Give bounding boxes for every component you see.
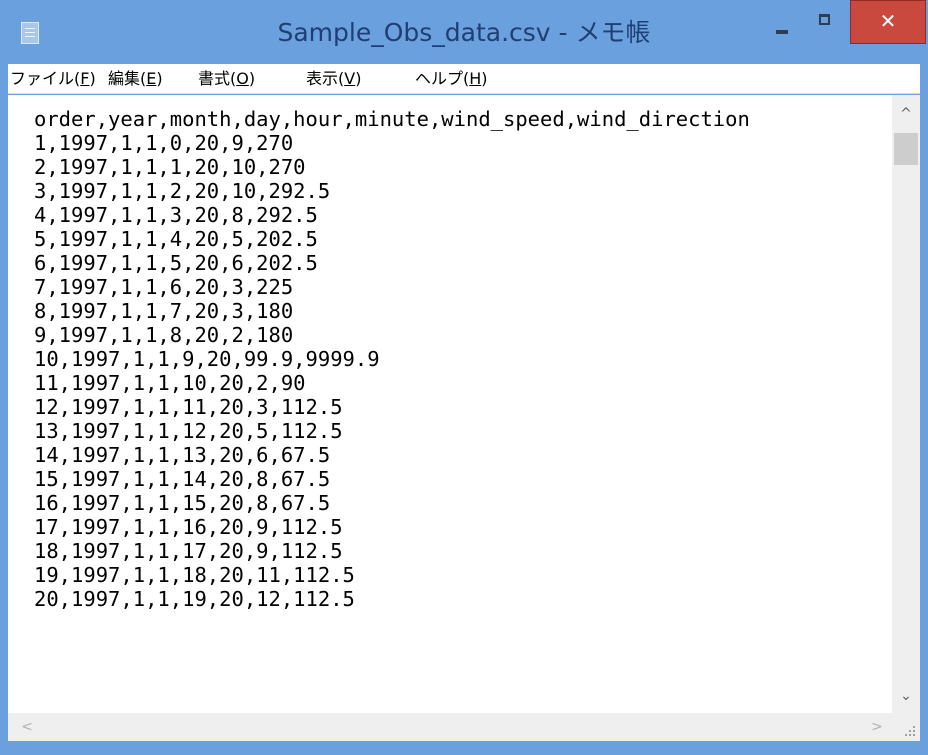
menu-view-accelerator: V [344,69,356,88]
csv-line: 6,1997,1,1,5,20,6,202.5 [34,251,318,275]
csv-line: 4,1997,1,1,3,20,8,292.5 [34,203,318,227]
resize-grip-icon[interactable] [892,713,920,741]
csv-line: 19,1997,1,1,18,20,11,112.5 [34,563,355,587]
csv-line: 16,1997,1,1,15,20,8,67.5 [34,491,331,515]
close-button[interactable]: ✕ [850,0,926,44]
csv-line: 11,1997,1,1,10,20,2,90 [34,371,306,395]
menu-help[interactable]: ヘルプ(H) [415,64,488,94]
csv-header-line: order,year,month,day,hour,minute,wind_sp… [34,107,750,131]
csv-line: 8,1997,1,1,7,20,3,180 [34,299,294,323]
csv-line: 10,1997,1,1,9,20,99.9,9999.9 [34,347,380,371]
csv-line: 14,1997,1,1,13,20,6,67.5 [34,443,331,467]
minimize-button[interactable] [762,0,802,44]
menu-format-accelerator: O [236,69,249,88]
vertical-scrollbar[interactable]: ^ ⌄ [892,95,920,713]
csv-line: 12,1997,1,1,11,20,3,112.5 [34,395,343,419]
title-bar[interactable]: Sample_Obs_data.csv - メモ帳 ✕ [0,0,928,64]
notepad-icon[interactable] [21,22,39,44]
csv-line: 5,1997,1,1,4,20,5,202.5 [34,227,318,251]
csv-line: 20,1997,1,1,19,20,12,112.5 [34,587,355,611]
vertical-scroll-thumb[interactable] [894,133,918,165]
text-editor[interactable]: order,year,month,day,hour,minute,wind_sp… [8,95,920,713]
csv-line: 1,1997,1,1,0,20,9,270 [34,131,294,155]
menu-view[interactable]: 表示(V) [306,64,361,94]
scroll-up-icon[interactable]: ^ [899,107,913,121]
text-area[interactable]: order,year,month,day,hour,minute,wind_sp… [8,95,892,713]
notepad-window: Sample_Obs_data.csv - メモ帳 ✕ ファイル(F) 編集(E… [0,0,928,755]
menu-edit-accelerator: E [146,69,157,88]
horizontal-scrollbar[interactable]: < > [8,713,892,741]
menu-file-label-end: ) [89,69,96,88]
menu-file-label: ファイル( [10,69,81,88]
menu-help-label-end: ) [481,69,488,88]
menu-view-label: 表示( [306,69,345,88]
menu-format-label: 書式( [198,69,237,88]
csv-line: 15,1997,1,1,14,20,8,67.5 [34,467,331,491]
scroll-left-icon[interactable]: < [20,720,34,734]
menu-format-label-end: ) [248,69,256,88]
menu-edit-label-end: ) [156,69,163,88]
maximize-button[interactable] [808,0,844,44]
menu-file[interactable]: ファイル(F) [10,64,96,94]
window-title: Sample_Obs_data.csv - メモ帳 [277,18,651,47]
menu-view-label-end: ) [355,69,362,88]
csv-line: 18,1997,1,1,17,20,9,112.5 [34,539,343,563]
csv-line: 9,1997,1,1,8,20,2,180 [34,323,294,347]
menu-help-label: ヘルプ( [415,69,470,88]
csv-line: 17,1997,1,1,16,20,9,112.5 [34,515,343,539]
csv-line: 7,1997,1,1,6,20,3,225 [34,275,294,299]
csv-line: 2,1997,1,1,1,20,10,270 [34,155,306,179]
menu-edit[interactable]: 編集(E) [108,64,163,94]
close-icon: ✕ [879,9,897,33]
scroll-right-icon[interactable]: > [870,720,884,734]
menu-format[interactable]: 書式(O) [198,64,255,94]
scroll-down-icon[interactable]: ⌄ [899,689,913,703]
menu-help-accelerator: H [469,69,482,88]
menu-bar: ファイル(F) 編集(E) 書式(O) 表示(V) ヘルプ(H) [8,64,920,94]
csv-line: 13,1997,1,1,12,20,5,112.5 [34,419,343,443]
menu-edit-label: 編集( [108,69,147,88]
csv-line: 3,1997,1,1,2,20,10,292.5 [34,179,331,203]
